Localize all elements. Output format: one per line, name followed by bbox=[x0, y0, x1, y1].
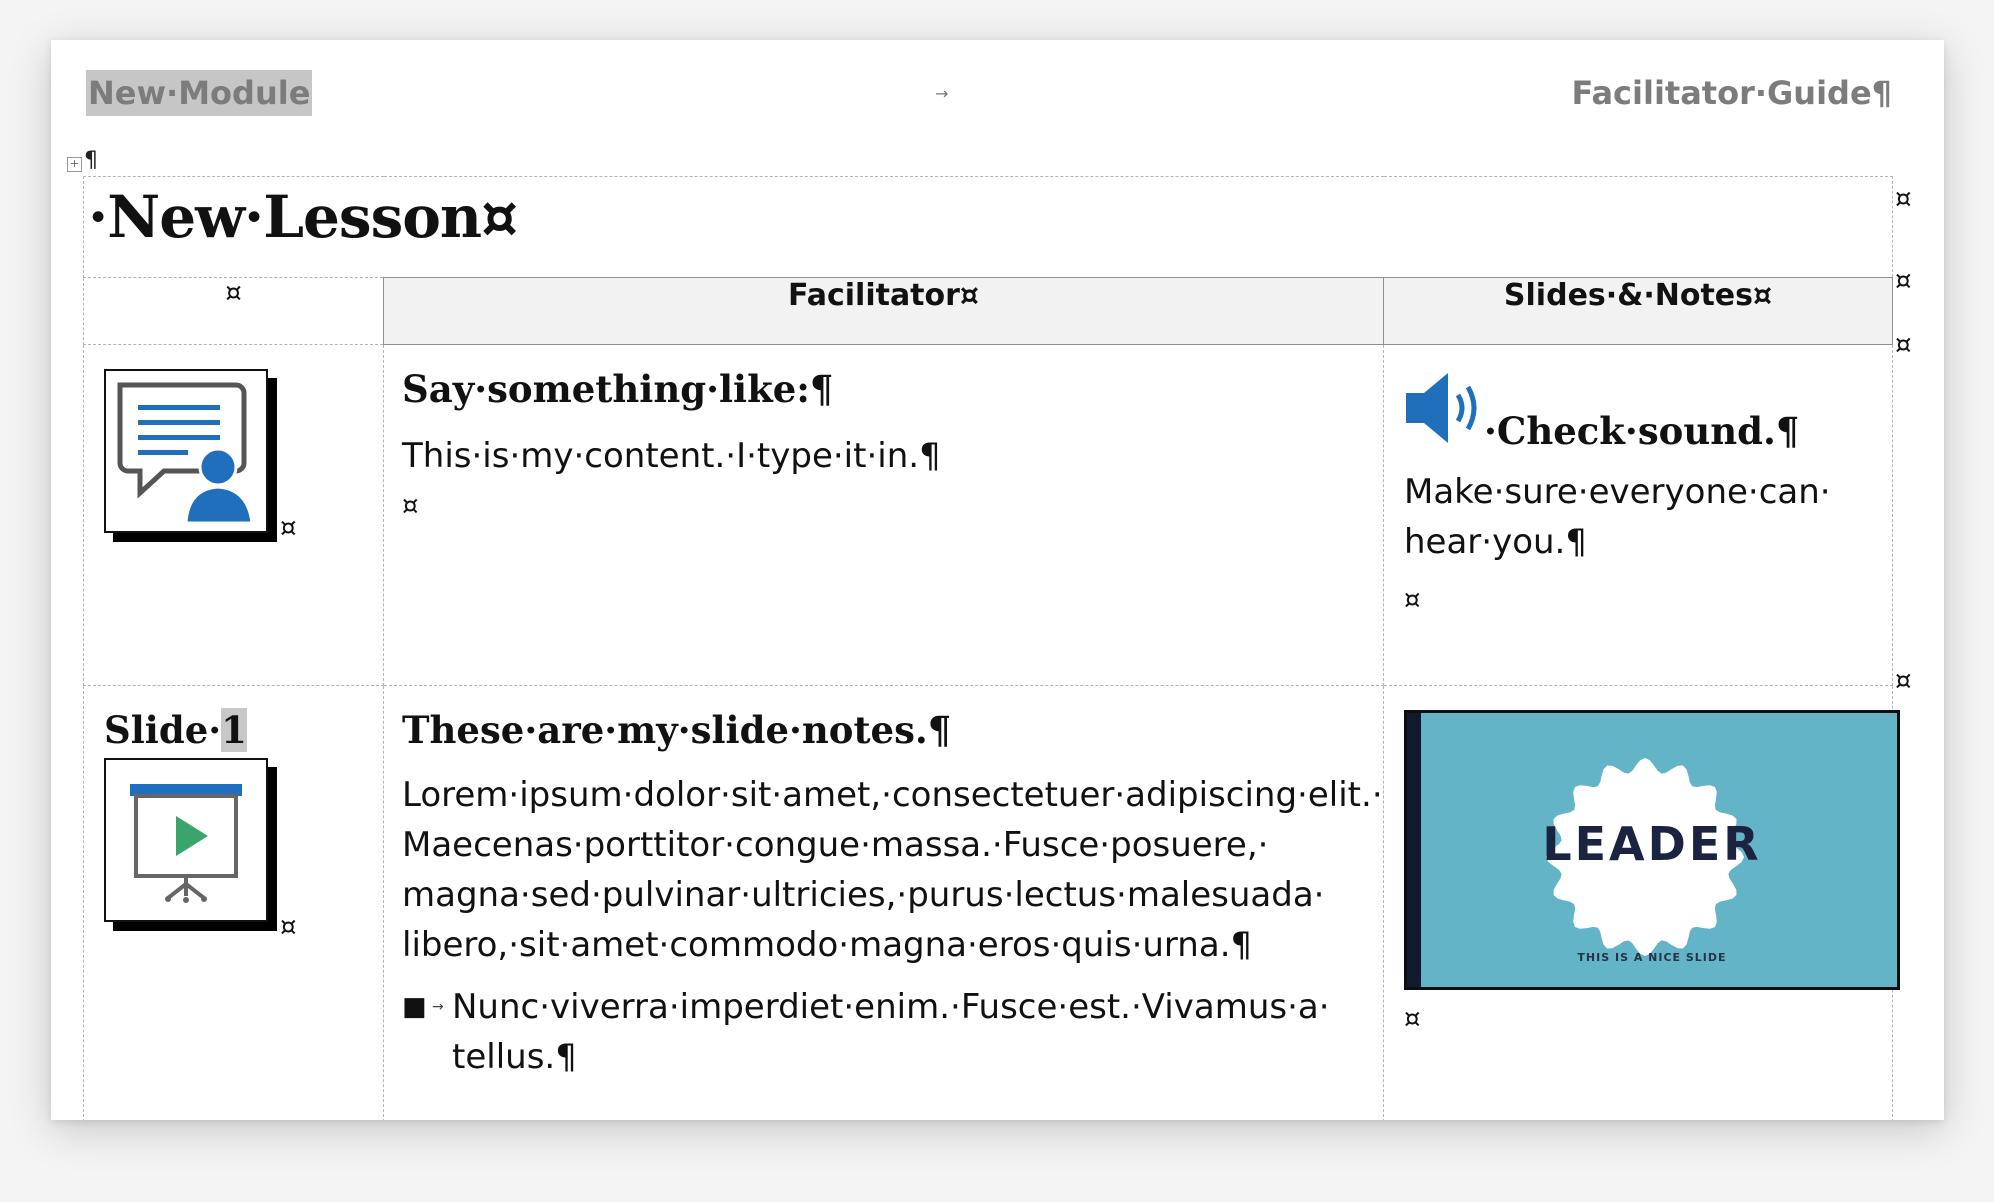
document-page: New·Module → Facilitator·Guide¶ + ¶ ·New… bbox=[51, 40, 1944, 1120]
lorem-line: libero,·sit·amet·commodo·magna·eros·quis… bbox=[402, 925, 1253, 965]
row2-icon-cell[interactable]: Slide·1 ¤ bbox=[83, 685, 384, 1120]
row-end-mark: ¤ bbox=[1895, 266, 1912, 296]
header-cell-facilitator[interactable]: Facilitator¤ bbox=[383, 277, 1384, 345]
tab-arrow: → bbox=[432, 999, 444, 1015]
slides-notes-header: Slides·&·Notes¤ bbox=[1503, 278, 1773, 313]
notes-line-2: hear·you.¶ bbox=[1404, 522, 1587, 562]
lorem-paragraph: Lorem·ipsum·dolor·sit·amet,·consectetuer… bbox=[402, 770, 1383, 970]
content-row-1: ¤ Say·something·like:¶ This·is·my·conten… bbox=[83, 344, 1894, 686]
presenter-chat-icon bbox=[104, 369, 268, 533]
bullet-line: tellus.¶ bbox=[452, 1037, 577, 1077]
cell-end-mark: ¤ bbox=[280, 513, 297, 543]
bullet-item: ■ → Nunc·viverra·imperdiet·enim.·Fusce·e… bbox=[402, 982, 1383, 1082]
header-cell-blank[interactable]: ¤ bbox=[83, 277, 384, 345]
column-header-row: ¤ Facilitator¤ Slides·&·Notes¤ bbox=[83, 277, 1894, 345]
row-end-mark: ¤ bbox=[1895, 184, 1912, 214]
content-row-2: Slide·1 ¤ These·are·my·slide·notes.¶ Lor… bbox=[83, 685, 1900, 1120]
title-cell[interactable]: ·New·Lesson¤ bbox=[82, 176, 1894, 278]
cell-end-mark: ¤ bbox=[225, 278, 242, 308]
row1-facilitator-cell[interactable]: Say·something·like:¶ This·is·my·content.… bbox=[383, 344, 1384, 686]
row-end-mark: ¤ bbox=[1895, 666, 1912, 696]
slide-subtitle: THIS IS A NICE SLIDE bbox=[1577, 951, 1727, 964]
header-guide-title[interactable]: Facilitator·Guide¶ bbox=[1571, 74, 1892, 112]
slide-notes-heading: These·are·my·slide·notes.¶ bbox=[402, 708, 952, 752]
cell-end-mark: ¤ bbox=[1404, 585, 1421, 615]
cell-end-mark: ¤ bbox=[402, 491, 419, 521]
square-bullet-icon: ■ bbox=[402, 992, 427, 1022]
header-tab-arrow: → bbox=[935, 84, 949, 103]
row1-icon-cell[interactable]: ¤ bbox=[83, 344, 384, 686]
slide-thumbnail[interactable]: LEADER THIS IS A NICE SLIDE bbox=[1404, 710, 1900, 990]
facilitator-content: This·is·my·content.·I·type·it·in.¶ bbox=[402, 436, 941, 476]
cell-end-mark: ¤ bbox=[280, 912, 297, 942]
row-end-mark: ¤ bbox=[1895, 330, 1912, 360]
notes-line-1: Make·sure·everyone·can· bbox=[1404, 472, 1831, 512]
header-module-name[interactable]: New·Module bbox=[86, 70, 313, 116]
title-row: ·New·Lesson¤ bbox=[82, 176, 1894, 278]
say-something-heading: Say·something·like:¶ bbox=[402, 367, 834, 411]
lorem-line: magna·sed·pulvinar·ultricies,·purus·lect… bbox=[402, 875, 1325, 915]
lesson-table: ·New·Lesson¤ ¤ Facilitator¤ Slides·&·Not… bbox=[82, 176, 1900, 1120]
lorem-line: Maecenas·porttitor·congue·massa.·Fusce·p… bbox=[402, 825, 1269, 865]
slide-title-word: LEADER bbox=[1542, 817, 1762, 871]
row2-facilitator-cell[interactable]: These·are·my·slide·notes.¶ Lorem·ipsum·d… bbox=[383, 685, 1384, 1120]
bullet-line: Nunc·viverra·imperdiet·enim.·Fusce·est.·… bbox=[452, 987, 1330, 1027]
slide-label: Slide· bbox=[104, 708, 222, 752]
header-cell-slides-notes[interactable]: Slides·&·Notes¤ bbox=[1382, 277, 1894, 345]
row2-slide-cell[interactable]: LEADER THIS IS A NICE SLIDE ¤ bbox=[1382, 685, 1900, 1120]
speaker-volume-icon bbox=[1404, 367, 1484, 451]
table-move-handle[interactable]: + bbox=[67, 157, 82, 172]
slide-number[interactable]: 1 bbox=[221, 708, 247, 752]
lorem-line: Lorem·ipsum·dolor·sit·amet,·consectetuer… bbox=[402, 775, 1383, 815]
lesson-title[interactable]: ·New·Lesson¤ bbox=[84, 177, 1892, 251]
check-sound-heading: ·Check·sound.¶ bbox=[1484, 409, 1800, 453]
row1-notes-cell[interactable]: ·Check·sound.¶ Make·sure·everyone·can· h… bbox=[1382, 344, 1894, 686]
projector-screen-play-icon bbox=[104, 758, 268, 922]
facilitator-header: Facilitator¤ bbox=[787, 278, 980, 313]
paragraph-mark: ¶ bbox=[84, 148, 98, 173]
cell-end-mark: ¤ bbox=[1404, 1004, 1421, 1034]
